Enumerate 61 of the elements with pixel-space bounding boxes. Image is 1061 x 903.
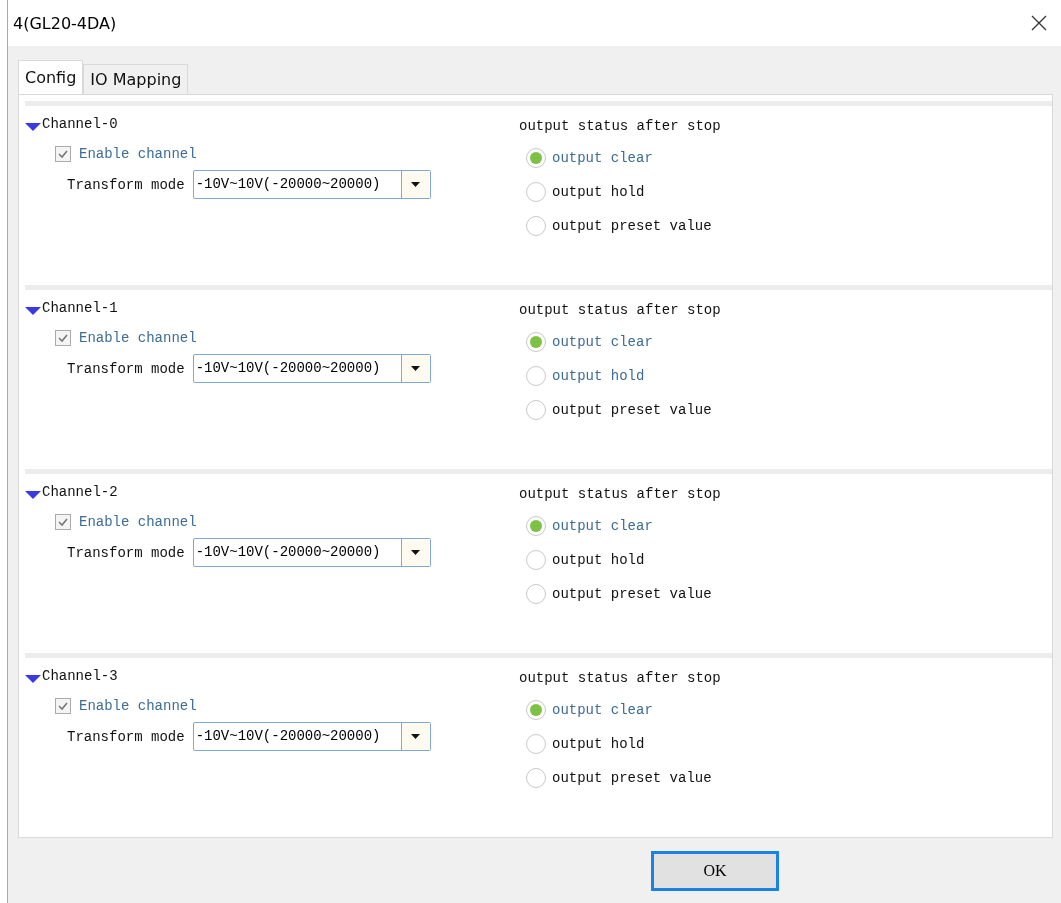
window-title: 4(GL20-4DA) [13,13,117,33]
expand-triangle-icon[interactable] [25,122,41,132]
checkmark-icon [57,148,69,160]
radio-label: output clear [552,150,653,166]
group-title: output status after stop [519,302,721,318]
tab[interactable]: IO Mapping [83,64,189,94]
radio-button[interactable] [526,182,546,202]
checkmark-icon [57,516,69,528]
radio-label: output preset value [552,770,712,786]
radio-label: output hold [552,184,645,200]
checkbox-label: Enable channel [79,514,197,530]
caret-icon [411,182,421,187]
radio-button[interactable] [526,148,546,168]
checkmark-icon [57,700,69,712]
transform-mode-dropdown[interactable]: -10V~10V(-20000~20000) [192,354,431,383]
channel-title: Channel-1 [42,300,118,316]
radio-label: output clear [552,518,653,534]
field-label: Transform mode [67,176,185,193]
checkbox-label: Enable channel [79,330,197,346]
radio-button[interactable] [526,550,546,570]
radio-label: output clear [552,702,653,718]
expand-triangle-icon[interactable] [25,490,41,500]
radio-label: output hold [552,736,645,752]
group-title: output status after stop [519,670,721,686]
transform-mode-dropdown[interactable]: -10V~10V(-20000~20000) [192,538,431,567]
radio-label: output hold [552,368,645,384]
radio-label: output clear [552,334,653,350]
radio-label: output preset value [552,586,712,602]
radio-label: output preset value [552,218,712,234]
group-title: output status after stop [519,486,721,502]
tab[interactable]: Config [18,60,84,94]
caret-icon [411,550,421,555]
field-label: Transform mode [67,360,185,377]
transform-mode-dropdown[interactable]: -10V~10V(-20000~20000) [192,170,431,199]
checkmark-icon [57,332,69,344]
channel-title: Channel-0 [42,116,118,132]
caret-icon [411,734,421,739]
group-title: output status after stop [519,118,721,134]
radio-label: output hold [552,552,645,568]
caret-icon [411,366,421,371]
transform-mode-dropdown[interactable]: -10V~10V(-20000~20000) [192,722,431,751]
radio-button[interactable] [526,516,546,536]
radio-button[interactable] [526,734,546,754]
channel-title: Channel-2 [42,484,118,500]
expand-triangle-icon[interactable] [25,306,41,316]
close-icon[interactable] [1031,15,1047,31]
radio-button[interactable] [526,216,546,236]
radio-button[interactable] [526,400,546,420]
radio-button[interactable] [526,366,546,386]
checkbox-label: Enable channel [79,146,197,162]
ok-button[interactable]: OK [651,850,779,891]
radio-label: output preset value [552,402,712,418]
field-label: Transform mode [67,544,185,561]
field-label: Transform mode [67,728,185,745]
radio-button[interactable] [526,768,546,788]
radio-button[interactable] [526,332,546,352]
radio-button[interactable] [526,584,546,604]
expand-triangle-icon[interactable] [25,674,41,684]
checkbox-label: Enable channel [79,698,197,714]
radio-button[interactable] [526,700,546,720]
channel-title: Channel-3 [42,668,118,684]
